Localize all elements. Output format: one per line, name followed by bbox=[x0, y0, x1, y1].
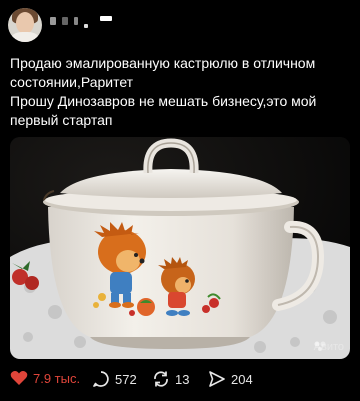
repost-count: 13 bbox=[175, 371, 190, 387]
post-image[interactable]: Авито bbox=[10, 137, 350, 359]
comment-count: 572 bbox=[115, 371, 137, 387]
share-button[interactable]: 204 bbox=[208, 370, 253, 388]
post-text-line-1: Продаю эмалированную кастрюлю в отличном… bbox=[10, 55, 316, 90]
like-count: 7.9 тыс. bbox=[33, 370, 81, 386]
username-redacted[interactable] bbox=[50, 14, 112, 28]
comment-icon bbox=[93, 371, 109, 387]
comment-button[interactable]: 572 bbox=[92, 370, 137, 388]
post-text: Продаю эмалированную кастрюлю в отличном… bbox=[10, 54, 350, 130]
heart-icon bbox=[10, 371, 28, 385]
share-count: 204 bbox=[231, 371, 253, 387]
post-text-line-2: Прошу Динозавров не мешать бизнесу,это м… bbox=[10, 93, 317, 128]
avatar[interactable] bbox=[8, 8, 42, 42]
enamel-pot-image bbox=[10, 137, 350, 359]
like-button[interactable]: 7.9 тыс. bbox=[10, 370, 80, 386]
post-actions: 7.9 тыс. 572 13 204 bbox=[10, 370, 350, 390]
send-icon bbox=[209, 371, 225, 387]
post-header bbox=[0, 0, 360, 50]
repost-icon bbox=[154, 371, 168, 387]
repost-button[interactable]: 13 bbox=[152, 370, 189, 388]
avito-watermark: Авито bbox=[314, 341, 344, 353]
